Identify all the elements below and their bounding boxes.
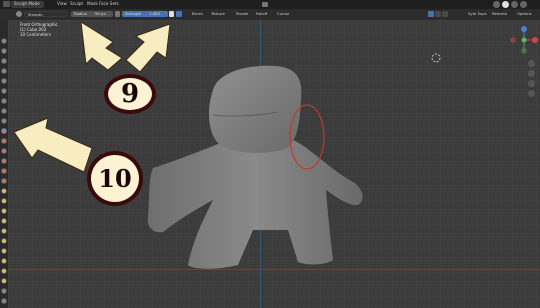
- arrow-to-smooth-tool: [13, 117, 93, 173]
- label-9-text: 9: [120, 79, 140, 109]
- annotation-label-9: 9: [104, 74, 156, 114]
- annotation-label-10: 10: [87, 151, 143, 206]
- label-10-text: 10: [98, 164, 132, 193]
- annotation-arrows: [13, 21, 171, 173]
- arrow-to-strength: [125, 23, 171, 73]
- arrow-to-radius: [80, 21, 123, 71]
